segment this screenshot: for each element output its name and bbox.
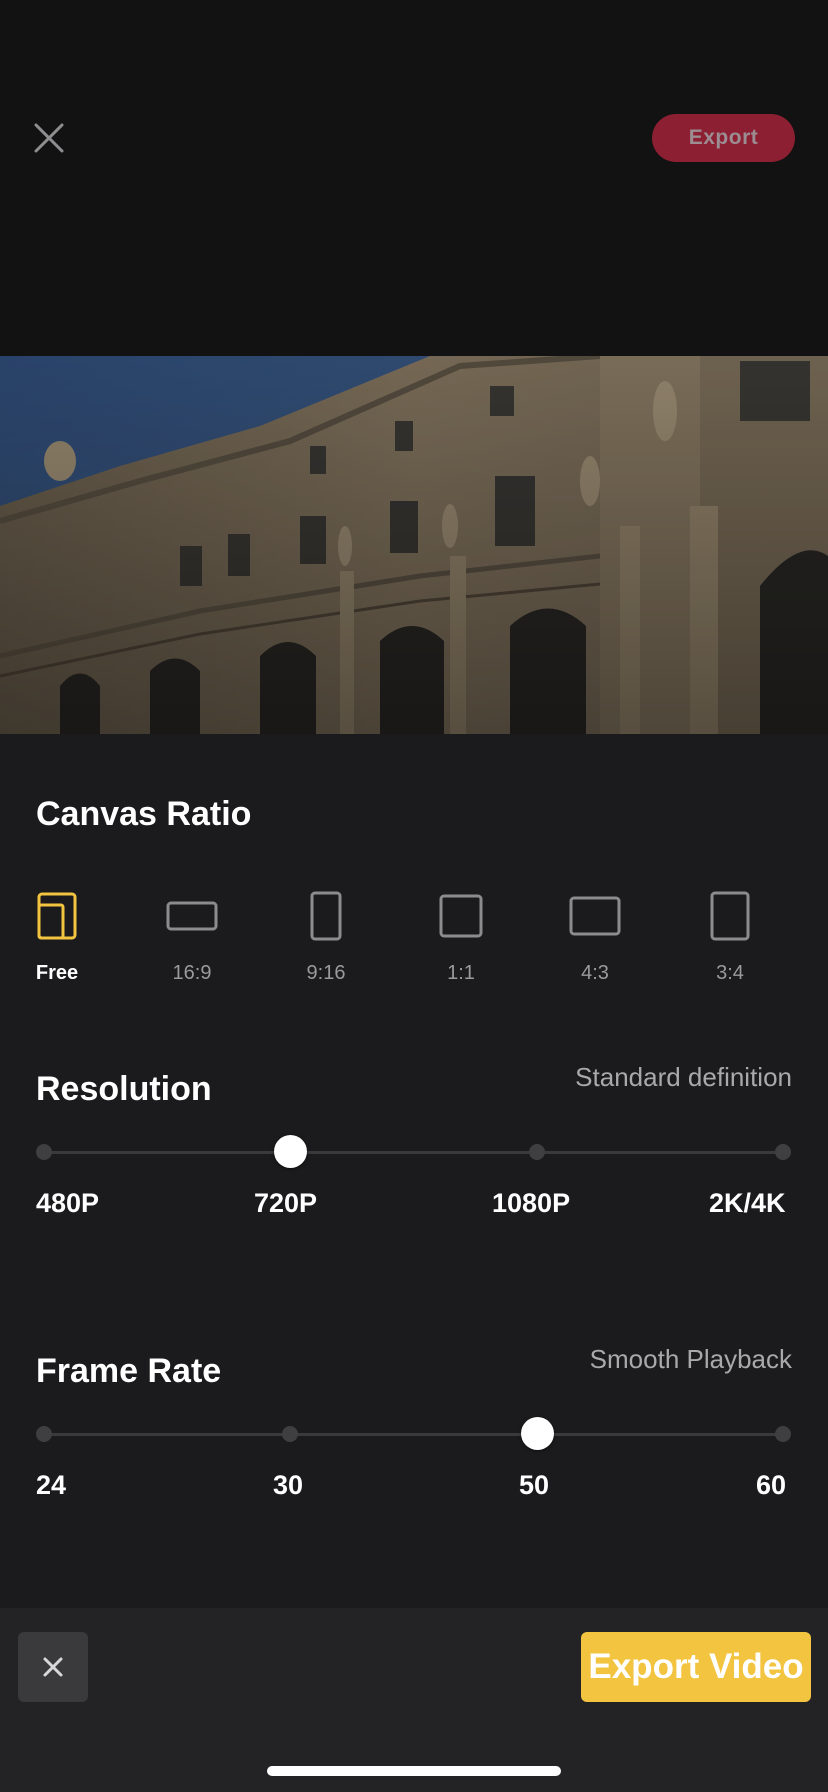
ratio-9-16-icon [271, 886, 381, 946]
home-indicator [267, 1766, 561, 1776]
slider-stop-480p[interactable] [36, 1144, 52, 1160]
ratio-option-16-9[interactable]: 16:9 [137, 886, 247, 996]
cancel-button[interactable] [18, 1632, 88, 1702]
resolution-title: Resolution [36, 1070, 212, 1108]
frame-rate-label-50[interactable]: 50 [519, 1470, 549, 1501]
free-ratio-icon [2, 886, 112, 946]
slider-stop-30[interactable] [282, 1426, 298, 1442]
video-preview [0, 356, 828, 734]
frame-rate-title: Frame Rate [36, 1352, 222, 1390]
frame-rate-hint: Smooth Playback [589, 1344, 792, 1374]
ratio-label: 9:16 [306, 962, 346, 984]
resolution-label-1080p[interactable]: 1080P [492, 1188, 570, 1219]
frame-rate-label-30[interactable]: 30 [273, 1470, 303, 1501]
export-settings-screen: Export Canvas Ratio Free 16:9 9:16 1:1 4… [0, 0, 828, 1792]
resolution-label-480p[interactable]: 480P [36, 1188, 99, 1219]
export-button[interactable]: Export [652, 114, 795, 162]
ratio-option-3-4[interactable]: 3:4 [675, 886, 785, 996]
ratio-label: 3:4 [716, 962, 744, 984]
building-facade-image [0, 356, 828, 734]
close-icon [43, 1657, 63, 1677]
ratio-option-9-16[interactable]: 9:16 [271, 886, 381, 996]
resolution-slider[interactable] [36, 1135, 791, 1168]
slider-stop-1080p[interactable] [529, 1144, 545, 1160]
frame-rate-label-60[interactable]: 60 [756, 1470, 786, 1501]
ratio-3-4-icon [675, 886, 785, 946]
slider-knob-720p[interactable] [274, 1135, 307, 1168]
export-video-button[interactable]: Export Video [581, 1632, 811, 1702]
slider-stop-60[interactable] [775, 1426, 791, 1442]
frame-rate-label-24[interactable]: 24 [36, 1470, 66, 1501]
slider-stop-2k4k[interactable] [775, 1144, 791, 1160]
resolution-label-720p[interactable]: 720P [254, 1188, 317, 1219]
slider-stop-24[interactable] [36, 1426, 52, 1442]
ratio-4-3-icon [540, 886, 650, 946]
ratio-option-free[interactable]: Free [2, 886, 112, 996]
slider-track [44, 1151, 784, 1154]
ratio-label: 1:1 [447, 962, 475, 984]
ratio-label: 4:3 [581, 962, 609, 984]
ratio-16-9-icon [137, 886, 247, 946]
canvas-ratio-title: Canvas Ratio [36, 795, 252, 833]
slider-track [44, 1433, 784, 1436]
ratio-option-4-3[interactable]: 4:3 [540, 886, 650, 996]
resolution-label-2k4k[interactable]: 2K/4K [709, 1188, 786, 1219]
ratio-option-1-1[interactable]: 1:1 [406, 886, 516, 996]
canvas-ratio-options: Free 16:9 9:16 1:1 4:3 3:4 [0, 886, 828, 996]
resolution-hint: Standard definition [575, 1062, 792, 1092]
ratio-label: 16:9 [172, 962, 212, 984]
top-header: Export [0, 0, 828, 356]
frame-rate-slider[interactable] [36, 1417, 791, 1450]
ratio-label: Free [35, 962, 79, 984]
close-icon[interactable] [31, 120, 67, 156]
slider-knob-50[interactable] [521, 1417, 554, 1450]
ratio-1-1-icon [406, 886, 516, 946]
bottom-action-bar: Export Video [0, 1608, 828, 1792]
